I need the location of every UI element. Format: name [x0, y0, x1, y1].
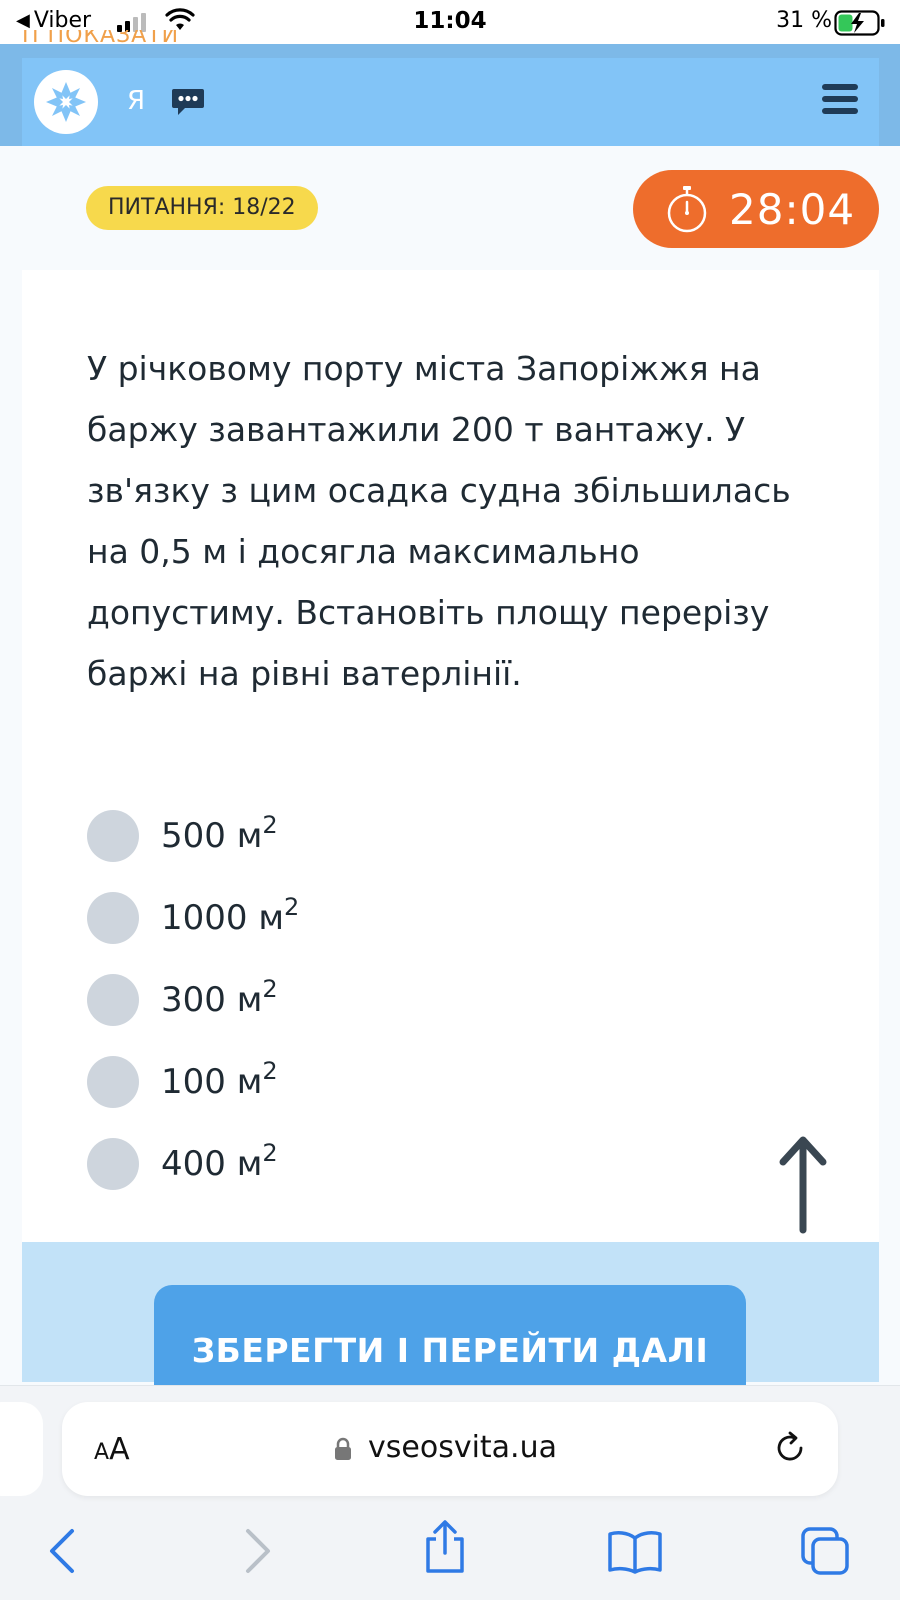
- timer: 28:04: [633, 170, 879, 248]
- back-arrow-icon[interactable]: [46, 1527, 78, 1575]
- site-header-bar: [22, 58, 879, 146]
- answer-option[interactable]: 400 м2: [87, 1136, 278, 1192]
- site-logo[interactable]: [34, 70, 98, 134]
- timer-value: 28:04: [729, 184, 856, 234]
- radio-button[interactable]: [87, 1138, 139, 1190]
- reload-icon[interactable]: [772, 1430, 808, 1466]
- answer-option[interactable]: 1000 м2: [87, 890, 299, 946]
- logo-ornament-icon: [46, 82, 86, 122]
- radio-button[interactable]: [87, 974, 139, 1026]
- share-icon[interactable]: [422, 1519, 468, 1575]
- option-label: 1000 м2: [161, 893, 300, 938]
- previous-tab-preview[interactable]: [0, 1402, 43, 1496]
- answer-option[interactable]: 100 м2: [87, 1054, 278, 1110]
- battery-percent: 31 %: [776, 8, 832, 33]
- tabs-icon[interactable]: [800, 1526, 852, 1576]
- question-counter-badge: ПИТАННЯ: 18/22: [86, 186, 318, 230]
- answer-option[interactable]: 300 м2: [87, 972, 278, 1028]
- url-text[interactable]: vseosvita.ua: [368, 1430, 557, 1465]
- lock-icon: [335, 1437, 351, 1460]
- ghost-scrolled-text: П ПОКАЗАТИ: [22, 30, 180, 48]
- option-label: 400 м2: [161, 1139, 278, 1184]
- radio-button[interactable]: [87, 892, 139, 944]
- option-label: 100 м2: [161, 1057, 278, 1102]
- user-name-initial[interactable]: Я: [127, 86, 145, 116]
- bookmarks-icon[interactable]: [607, 1530, 663, 1574]
- answer-option[interactable]: 500 м2: [87, 808, 278, 864]
- option-label: 500 м2: [161, 811, 278, 856]
- forward-arrow-icon[interactable]: [242, 1527, 274, 1575]
- menu-icon[interactable]: [822, 84, 858, 120]
- chat-icon[interactable]: [170, 86, 206, 118]
- scroll-up-arrow-icon[interactable]: [778, 1134, 828, 1234]
- radio-button[interactable]: [87, 810, 139, 862]
- radio-button[interactable]: [87, 1056, 139, 1108]
- option-label: 300 м2: [161, 975, 278, 1020]
- question-text: У річковому порту міста Запоріжжя на бар…: [87, 349, 791, 693]
- page: ◀ Viber 11:04 31 % П ПОКАЗАТИ Я ПИТАННЯ:…: [0, 0, 900, 1600]
- stopwatch-icon: [667, 186, 707, 233]
- battery-charging-icon: [834, 10, 885, 36]
- text-size-button[interactable]: AA: [94, 1432, 130, 1467]
